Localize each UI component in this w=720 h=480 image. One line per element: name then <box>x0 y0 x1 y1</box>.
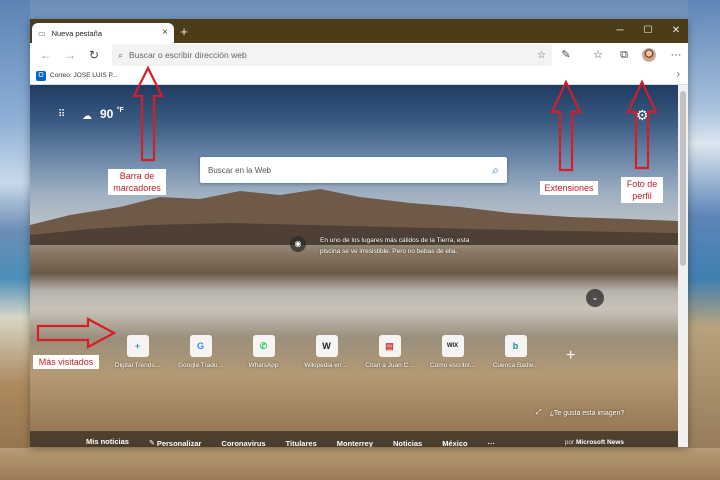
news-tab[interactable]: México <box>442 439 467 448</box>
scrollbar-thumb[interactable] <box>680 91 686 266</box>
annotation-mas-visitados: Más visitados <box>33 355 99 369</box>
pencil-icon: ✎ <box>148 440 155 447</box>
collections-icon[interactable]: ⧉ <box>612 43 636 67</box>
news-provider-prefix: por <box>564 439 575 446</box>
toolbar: ← → ↻ ⌕ Buscar o escribir dirección web … <box>30 43 688 67</box>
tile-label: WhatsApp <box>248 362 279 369</box>
profile-avatar[interactable] <box>642 48 656 62</box>
address-bar[interactable]: ⌕ Buscar o escribir dirección web ☆ <box>112 44 552 66</box>
gear-icon[interactable]: ⚙ <box>636 107 649 124</box>
search-icon[interactable]: ⌕ <box>492 163 499 178</box>
news-bar: Mis noticias ✎ Personalizar Coronavirus Tit… <box>30 431 678 447</box>
scrollbar[interactable] <box>678 85 688 447</box>
close-icon[interactable]: × <box>162 28 168 38</box>
desktop-wallpaper-right <box>688 0 720 480</box>
most-visited-tile[interactable]: G Google Tradu... <box>169 335 232 369</box>
back-icon[interactable]: ← <box>34 43 58 67</box>
image-feedback[interactable]: ⤢ ¿Te gusta esta imagen? <box>536 409 624 417</box>
most-visited-tiles: + Digital Trends... G Google Tradu... ✆ Whats… <box>106 335 547 369</box>
news-provider: por Microsoft News <box>565 439 624 446</box>
news-tab[interactable]: Noticias <box>393 439 422 448</box>
tile-label: Wikipedia en ... <box>304 362 349 369</box>
news-tab[interactable]: Personalizar <box>157 439 202 448</box>
most-visited-tile[interactable]: W Wikipedia en ... <box>295 335 358 369</box>
camera-icon[interactable]: ◉ <box>290 236 306 252</box>
site-favicon-icon: G <box>189 335 212 357</box>
new-tab-page: ⠿ ☁ 90 °F ⚙ Buscar en la Web ⌕ ◉ En uno … <box>30 85 678 447</box>
news-tab[interactable]: Titulares <box>286 439 317 448</box>
annotation-barra: Barra de marcadores <box>108 169 166 195</box>
chevron-right-icon[interactable]: › <box>677 69 680 80</box>
image-caption[interactable]: En uno de los lugares más cálidos de la … <box>320 235 470 257</box>
add-site-icon[interactable]: + <box>566 347 575 365</box>
most-visited-tile[interactable]: b Cuenca Badw... <box>484 335 547 369</box>
most-visited-tile[interactable]: + Digital Trends... <box>106 335 169 369</box>
outlook-icon: O <box>36 70 46 81</box>
extension-pen-icon[interactable]: ✎ <box>554 43 578 67</box>
refresh-icon[interactable]: ↻ <box>82 43 106 67</box>
tile-label: Google Tradu... <box>178 362 223 369</box>
image-question: ¿Te gusta esta imagen? <box>549 409 625 417</box>
news-tab[interactable]: Monterrey <box>337 439 373 448</box>
site-favicon-icon: b <box>504 335 527 357</box>
news-provider-name: Microsoft News <box>575 439 624 446</box>
tile-label: Cuenca Badw... <box>492 362 539 369</box>
most-visited-tile[interactable]: WIX Cómo escribir... <box>421 335 484 369</box>
weather-value: 90 <box>100 107 114 121</box>
weather-temperature[interactable]: 90 °F <box>100 107 124 121</box>
tab-page-icon: ▭ <box>38 28 46 38</box>
search-icon: ⌕ <box>118 49 124 60</box>
cloud-icon: ☁ <box>82 111 92 122</box>
star-icon[interactable]: ☆ <box>537 50 546 61</box>
most-visited-tile[interactable]: ✆ WhatsApp <box>232 335 295 369</box>
forward-icon[interactable]: → <box>58 43 82 67</box>
favorites-icon[interactable]: ☆ <box>586 43 610 67</box>
site-favicon-icon: ▤ <box>378 335 401 357</box>
most-visited-tile[interactable]: ▤ Citan a Juan C... <box>358 335 421 369</box>
tab-new-tab[interactable]: ▭ Nueva pestaña × <box>32 23 174 43</box>
web-search-input[interactable]: Buscar en la Web <box>208 166 492 175</box>
more-icon[interactable]: ··· <box>664 43 688 67</box>
close-window-button[interactable]: ✕ <box>664 23 688 39</box>
address-input[interactable]: Buscar o escribir dirección web <box>129 50 531 60</box>
site-favicon-icon: W <box>315 335 338 357</box>
site-favicon-icon: ✆ <box>252 335 275 357</box>
apps-grid-icon[interactable]: ⠿ <box>58 110 68 120</box>
title-bar: ▭ Nueva pestaña × + ─ ☐ ✕ <box>30 19 688 43</box>
tile-label: Citan a Juan C... <box>365 362 414 369</box>
news-tab[interactable]: ··· <box>488 439 496 448</box>
news-tab[interactable]: Mis noticias <box>86 437 129 448</box>
favorite-item[interactable]: Correo: JOSE LUIS P... <box>50 72 117 79</box>
annotation-extensiones: Extensiones <box>540 181 598 195</box>
annotation-perfil: Foto de perfil <box>621 177 663 203</box>
favorites-bar: O Correo: JOSE LUIS P... › <box>30 67 688 85</box>
site-favicon-icon: WIX <box>441 335 464 357</box>
expand-icon[interactable]: ⤢ <box>536 409 542 417</box>
web-search-box[interactable]: Buscar en la Web ⌕ <box>200 157 507 183</box>
news-tab[interactable]: Coronavirus <box>221 439 265 448</box>
minimize-button[interactable]: ─ <box>608 23 632 39</box>
desktop-wallpaper-left <box>0 0 30 480</box>
tile-label: Digital Trends... <box>114 362 161 369</box>
chevron-down-icon[interactable]: ⌄ <box>586 289 604 307</box>
maximize-button[interactable]: ☐ <box>636 23 660 39</box>
weather-unit: °F <box>116 107 124 114</box>
tile-label: Cómo escribir... <box>429 362 476 369</box>
site-favicon-icon: + <box>126 335 149 357</box>
tab-label: Nueva pestaña <box>51 28 103 38</box>
browser-window: ▭ Nueva pestaña × + ─ ☐ ✕ ← → ↻ ⌕ Buscar… <box>30 19 688 447</box>
plus-icon[interactable]: + <box>176 24 192 40</box>
desktop-wallpaper-bottom <box>0 448 720 480</box>
